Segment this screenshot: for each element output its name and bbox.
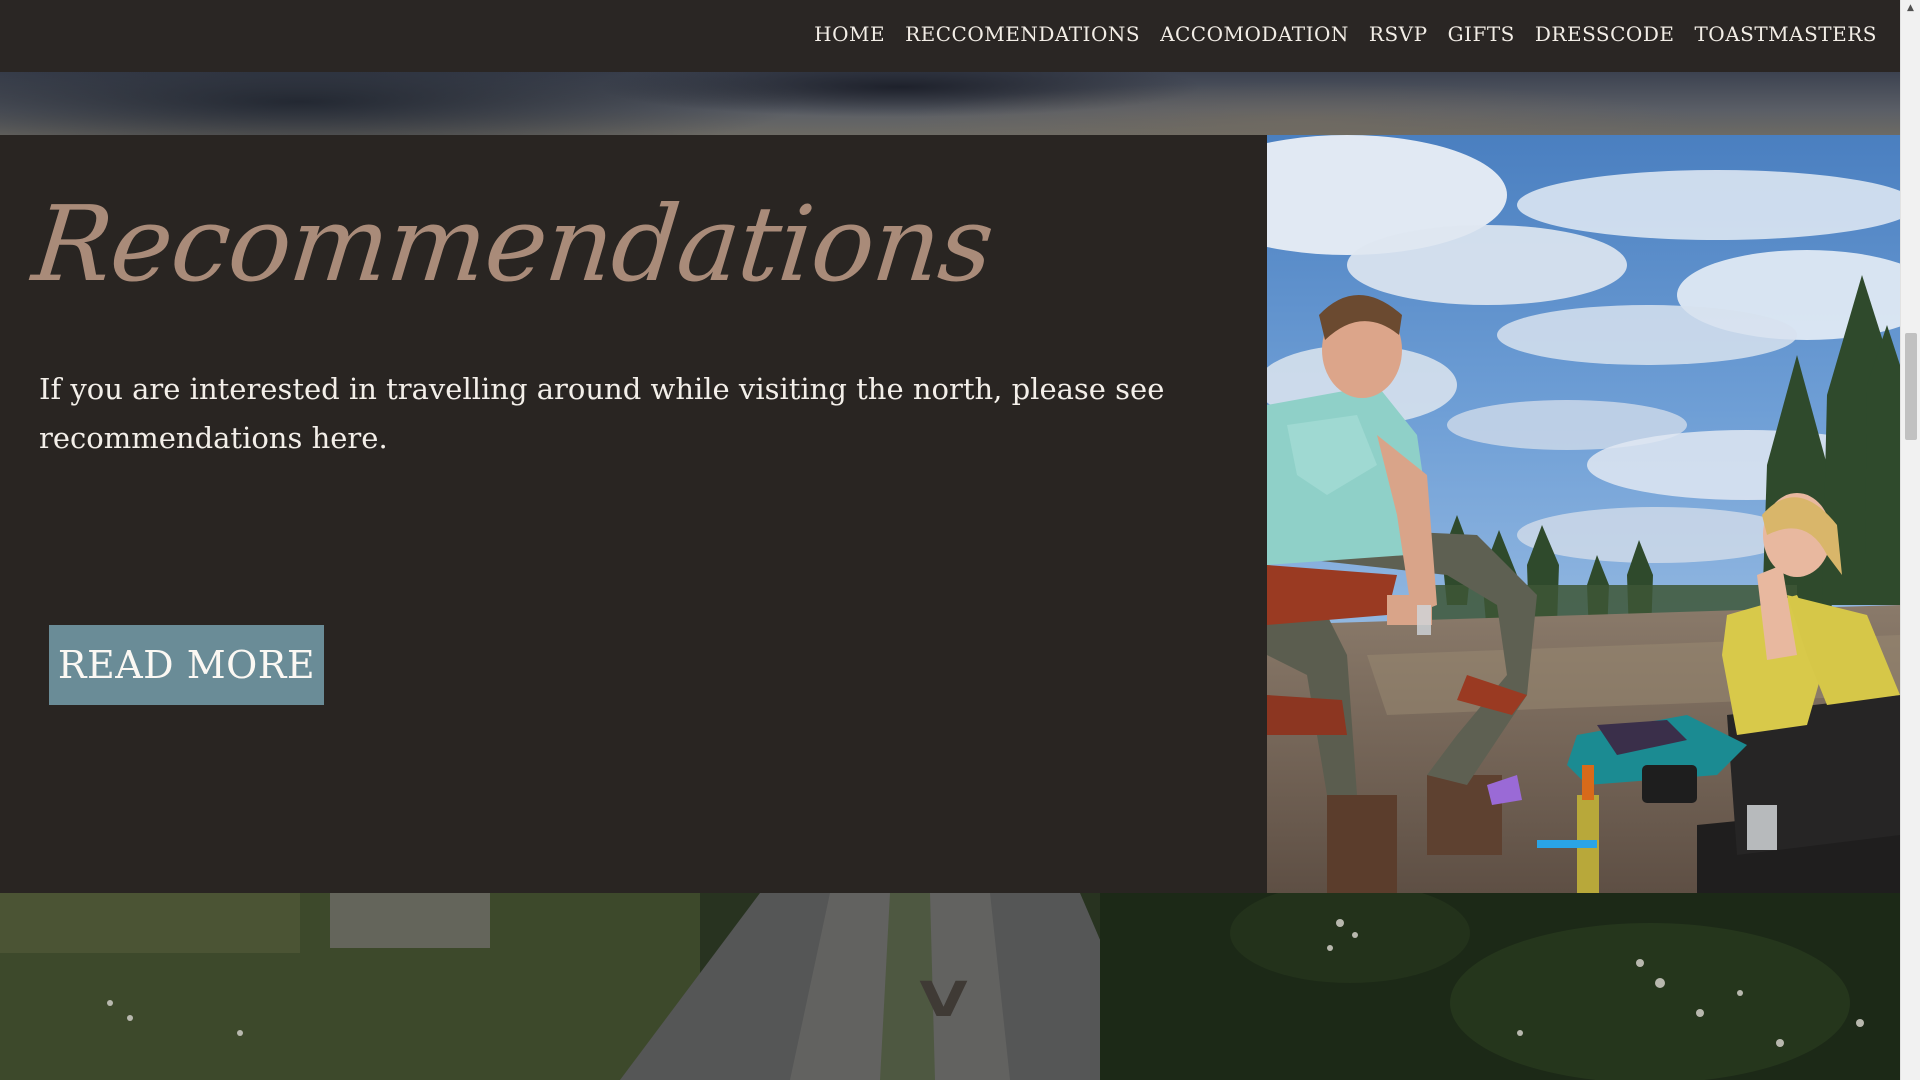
nav-item-home[interactable]: HOME <box>814 22 885 46</box>
scroll-down-chevron-icon[interactable]: V <box>919 972 967 1028</box>
scrollbar-thumb[interactable] <box>1905 333 1917 440</box>
section-heading: Recommendations <box>27 183 999 305</box>
picnic-photo <box>1267 135 1900 893</box>
recommendations-section: Recommendations If you are interested in… <box>0 135 1900 893</box>
nav-item-dresscode[interactable]: DRESSCODE <box>1535 22 1675 46</box>
page: HOME RECCOMENDATIONS ACCOMODATION RSVP G… <box>0 0 1900 1080</box>
text-column: Recommendations If you are interested in… <box>0 135 1267 893</box>
nav-item-gifts[interactable]: GIFTS <box>1448 22 1515 46</box>
read-more-button[interactable]: READ MORE <box>49 625 324 705</box>
nav-item-recommendations[interactable]: RECCOMENDATIONS <box>905 22 1140 46</box>
vertical-scrollbar[interactable]: ▲ <box>1900 0 1920 1080</box>
top-navbar: HOME RECCOMENDATIONS ACCOMODATION RSVP G… <box>0 0 1900 72</box>
nav-item-toastmasters[interactable]: TOASTMASTERS <box>1694 22 1877 46</box>
nav-item-rsvp[interactable]: RSVP <box>1369 22 1428 46</box>
nav-menu: HOME RECCOMENDATIONS ACCOMODATION RSVP G… <box>814 22 1877 46</box>
nav-item-accommodation[interactable]: ACCOMODATION <box>1160 22 1349 46</box>
scroll-up-arrow-icon[interactable]: ▲ <box>1901 0 1920 17</box>
photo-two-people-picnic <box>1267 135 1900 893</box>
background-sky-image <box>0 72 1900 135</box>
section-body-text: If you are interested in travelling arou… <box>39 372 1165 455</box>
